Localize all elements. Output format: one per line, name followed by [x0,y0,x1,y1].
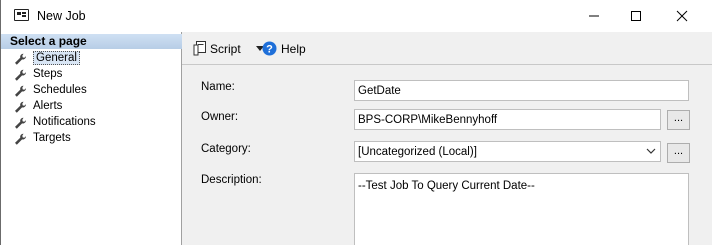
name-value: GetDate [358,85,401,97]
owner-label: Owner: [201,111,239,123]
help-button[interactable]: ? Help [262,40,312,58]
close-button[interactable] [659,0,705,32]
description-label: Description: [201,174,262,186]
page-item-label: Alerts [33,100,63,112]
page-item-schedules[interactable]: Schedules [10,83,180,99]
wrench-icon [15,69,26,81]
wrench-icon [15,101,26,113]
page-item-alerts[interactable]: Alerts [10,99,180,115]
script-button-label: Script [210,42,241,56]
page-item-steps[interactable]: Steps [10,67,180,83]
page-item-label: Steps [33,68,63,80]
page-item-general[interactable]: General [10,51,180,67]
page-item-label: Notifications [33,116,96,128]
page-item-label: Targets [33,132,71,144]
name-field[interactable]: GetDate [354,80,689,101]
page-item-label: Schedules [33,84,87,96]
new-job-window: New Job Select a page General Steps Sche… [0,0,712,245]
help-icon: ? [262,41,277,56]
wrench-icon [15,53,26,65]
script-icon [193,41,206,56]
select-page-header-label: Select a page [10,34,87,48]
owner-browse-button[interactable]: ... [667,110,690,130]
page-item-targets[interactable]: Targets [10,131,180,147]
category-dropdown[interactable]: [Uncategorized (Local)] [354,141,661,162]
toolbar: Script ? Help [182,32,712,65]
owner-value: BPS-CORP\MikeBennyhoff [358,114,498,126]
description-value: --Test Job To Query Current Date-- [358,180,535,192]
select-page-pane: Select a page General Steps Schedules Al… [1,32,182,245]
help-button-label: Help [281,42,306,56]
page-item-notifications[interactable]: Notifications [10,115,180,131]
page-item-label: General [33,51,80,65]
name-label: Name: [201,81,235,93]
svg-text:?: ? [266,44,273,56]
description-textarea[interactable]: --Test Job To Query Current Date-- [354,173,689,245]
script-button[interactable]: Script [193,40,264,58]
wrench-icon [15,85,26,97]
wrench-icon [15,117,26,129]
select-page-header: Select a page [1,34,182,49]
wrench-icon [15,133,26,145]
maximize-button[interactable] [613,0,659,32]
category-value: [Uncategorized (Local)] [358,146,477,158]
category-label: Category: [201,143,251,155]
chevron-down-icon[interactable] [646,147,656,155]
title-bar[interactable]: New Job [1,0,712,32]
general-page: Name: GetDate Owner: BPS-CORP\MikeBennyh… [182,65,712,245]
minimize-button[interactable] [571,0,617,32]
close-icon [676,10,688,22]
maximize-icon [631,11,641,21]
category-browse-button[interactable]: ... [667,143,690,163]
window-app-icon [14,9,29,21]
minimize-icon [589,15,599,17]
owner-field[interactable]: BPS-CORP\MikeBennyhoff [354,109,661,130]
window-title: New Job [37,9,86,23]
